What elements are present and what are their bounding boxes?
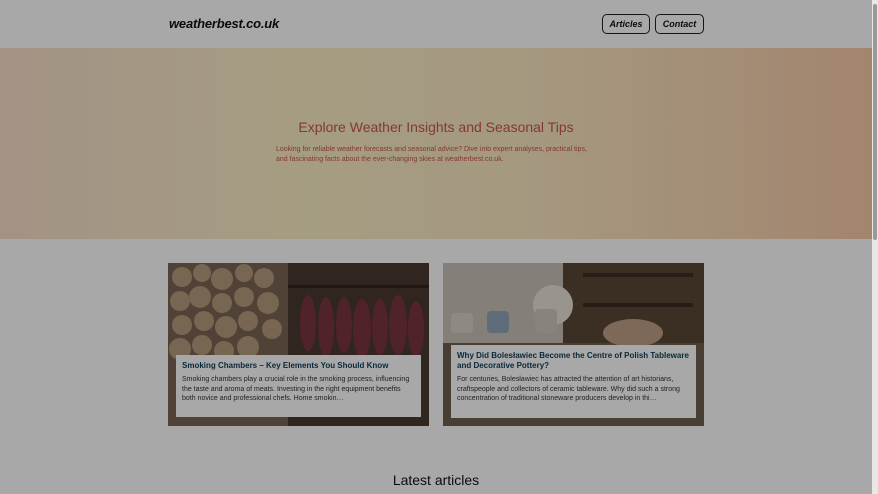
hero-title: Explore Weather Insights and Seasonal Ti… bbox=[298, 119, 574, 135]
card-title[interactable]: Why Did Bolesławiec Become the Centre of… bbox=[457, 351, 690, 371]
scrollbar-thumb[interactable] bbox=[873, 4, 877, 240]
article-card-smoking-chambers[interactable]: Smoking Chambers – Key Elements You Shou… bbox=[168, 263, 429, 426]
page-scrollbar[interactable] bbox=[872, 0, 878, 494]
article-card-boleslawiec[interactable]: Why Did Bolesławiec Become the Centre of… bbox=[443, 263, 704, 426]
nav-articles-button[interactable]: Articles bbox=[602, 14, 650, 34]
latest-articles-heading: Latest articles bbox=[392, 472, 480, 488]
card-title[interactable]: Smoking Chambers – Key Elements You Shou… bbox=[182, 361, 415, 371]
hero-banner: Explore Weather Insights and Seasonal Ti… bbox=[0, 48, 872, 239]
card-caption: Why Did Bolesławiec Become the Centre of… bbox=[451, 345, 696, 418]
site-logo[interactable]: weatherbest.co.uk bbox=[169, 16, 279, 31]
hero-description: Looking for reliable weather forecasts a… bbox=[276, 146, 587, 163]
site-header: weatherbest.co.uk Articles Contact bbox=[0, 0, 872, 48]
card-caption: Smoking Chambers – Key Elements You Shou… bbox=[176, 355, 421, 417]
card-excerpt: Smoking chambers play a crucial role in … bbox=[182, 376, 410, 402]
nav-contact-button[interactable]: Contact bbox=[655, 14, 704, 34]
card-excerpt: For centuries, Bolesławiec has attracted… bbox=[457, 376, 680, 402]
